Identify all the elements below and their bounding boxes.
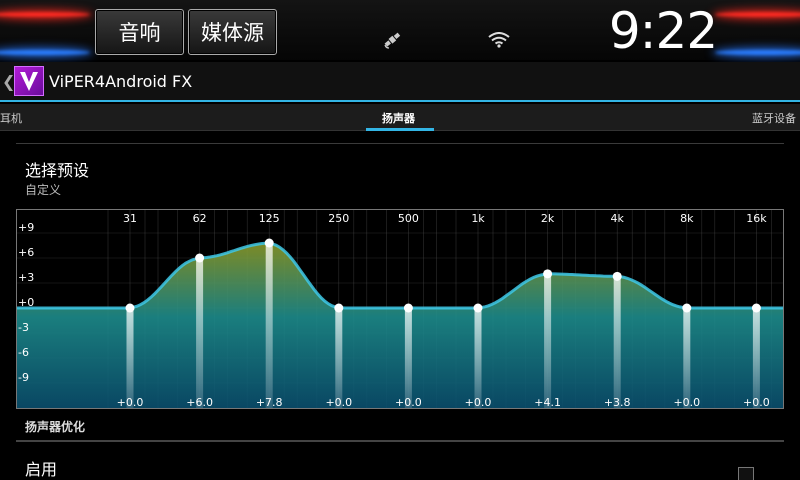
enable-checkbox[interactable] (738, 467, 754, 480)
settings-content: 选择预设 自定义 +9 +6 +3 +0 -3 -6 -9 31 +0.0 62 +6.0 125 +7… (0, 131, 800, 480)
band-gain-label: +0.0 (117, 396, 144, 408)
output-device-tabs: 耳机 扬声器 蓝牙设备 (0, 104, 800, 131)
eq-curve-line (17, 241, 783, 310)
audio-button[interactable]: 音响 (95, 9, 184, 55)
band-slider-knob[interactable] (334, 303, 344, 313)
band-slider-knob[interactable] (125, 303, 135, 313)
divider (16, 143, 784, 144)
band-gain-label: +4.1 (534, 396, 561, 408)
wifi-icon (488, 32, 510, 48)
band-slider-track (404, 308, 412, 408)
left-red-light (0, 12, 90, 17)
band-frequency-label: 62 (193, 212, 207, 225)
speaker-optimization-category: 扬声器优化 (25, 420, 86, 434)
band-slider-track (335, 308, 343, 408)
right-red-light (715, 12, 800, 17)
band-slider-track (752, 308, 760, 408)
app-title: ViPER4Android FX (49, 72, 193, 91)
band-slider-track (196, 258, 204, 408)
category-divider (16, 440, 784, 442)
band-slider-knob[interactable] (473, 303, 483, 313)
tab-headphones[interactable]: 耳机 (0, 110, 22, 126)
right-blue-light (715, 50, 800, 55)
band-gain-label: +7.8 (256, 396, 283, 408)
tab-speaker[interactable]: 扬声器 (382, 110, 415, 126)
band-slider-knob[interactable] (264, 238, 274, 248)
y-tick-label: -3 (18, 321, 29, 334)
band-gain-label: +0.0 (465, 396, 492, 408)
band-gain-label: +0.0 (673, 396, 700, 408)
viper-logo-icon (20, 72, 38, 91)
band-slider-track (474, 308, 482, 408)
band-gain-label: +0.0 (743, 396, 770, 408)
band-slider-track (265, 243, 273, 408)
app-logo[interactable] (14, 66, 44, 96)
tab-bluetooth[interactable]: 蓝牙设备 (752, 110, 796, 126)
band-frequency-label: 250 (328, 212, 349, 225)
band-frequency-label: 1k (471, 212, 485, 225)
band-frequency-label: 4k (611, 212, 625, 225)
equalizer-graph[interactable]: +9 +6 +3 +0 -3 -6 -9 31 +0.0 62 +6.0 125 +7.8 250 +0.0… (17, 210, 783, 408)
band-slider-track (544, 273, 552, 408)
status-bar: 音响 媒体源 9:22 (0, 0, 800, 60)
y-tick-label: +6 (18, 246, 34, 259)
band-gain-label: +3.8 (604, 396, 631, 408)
band-slider-track (683, 308, 691, 408)
preset-title: 选择预设 (25, 161, 90, 180)
y-tick-label: -6 (18, 346, 29, 359)
equalizer-panel[interactable]: +9 +6 +3 +0 -3 -6 -9 31 +0.0 62 +6.0 125 +7.8 250 +0.0… (16, 209, 784, 409)
y-tick-label: +3 (18, 271, 34, 284)
band-slider-knob[interactable] (751, 303, 761, 313)
clock: 9:22 (608, 2, 718, 60)
band-slider-knob[interactable] (543, 269, 553, 279)
enable-title: 启用 (25, 460, 58, 479)
y-tick-label: +9 (18, 221, 34, 234)
y-tick-label: -9 (18, 371, 29, 384)
band-slider-track (613, 276, 621, 408)
band-slider-knob[interactable] (682, 303, 692, 313)
band-gain-label: +0.0 (325, 396, 352, 408)
media-source-button[interactable]: 媒体源 (188, 9, 277, 55)
band-frequency-label: 2k (541, 212, 555, 225)
preset-summary: 自定义 (25, 183, 62, 197)
band-gain-label: +6.0 (186, 396, 213, 408)
band-slider-knob[interactable] (403, 303, 413, 313)
band-slider-track (126, 308, 134, 408)
band-frequency-label: 125 (259, 212, 280, 225)
band-frequency-label: 31 (123, 212, 137, 225)
band-frequency-label: 500 (398, 212, 419, 225)
band-frequency-label: 16k (746, 212, 767, 225)
band-slider-knob[interactable] (195, 253, 205, 263)
gps-satellite-icon (384, 32, 401, 49)
left-blue-light (0, 50, 90, 55)
app-action-bar: ❮ ViPER4Android FX (0, 62, 800, 102)
band-gain-label: +0.0 (395, 396, 422, 408)
band-frequency-label: 8k (680, 212, 694, 225)
y-tick-label: +0 (18, 296, 34, 309)
band-slider-knob[interactable] (612, 271, 622, 281)
